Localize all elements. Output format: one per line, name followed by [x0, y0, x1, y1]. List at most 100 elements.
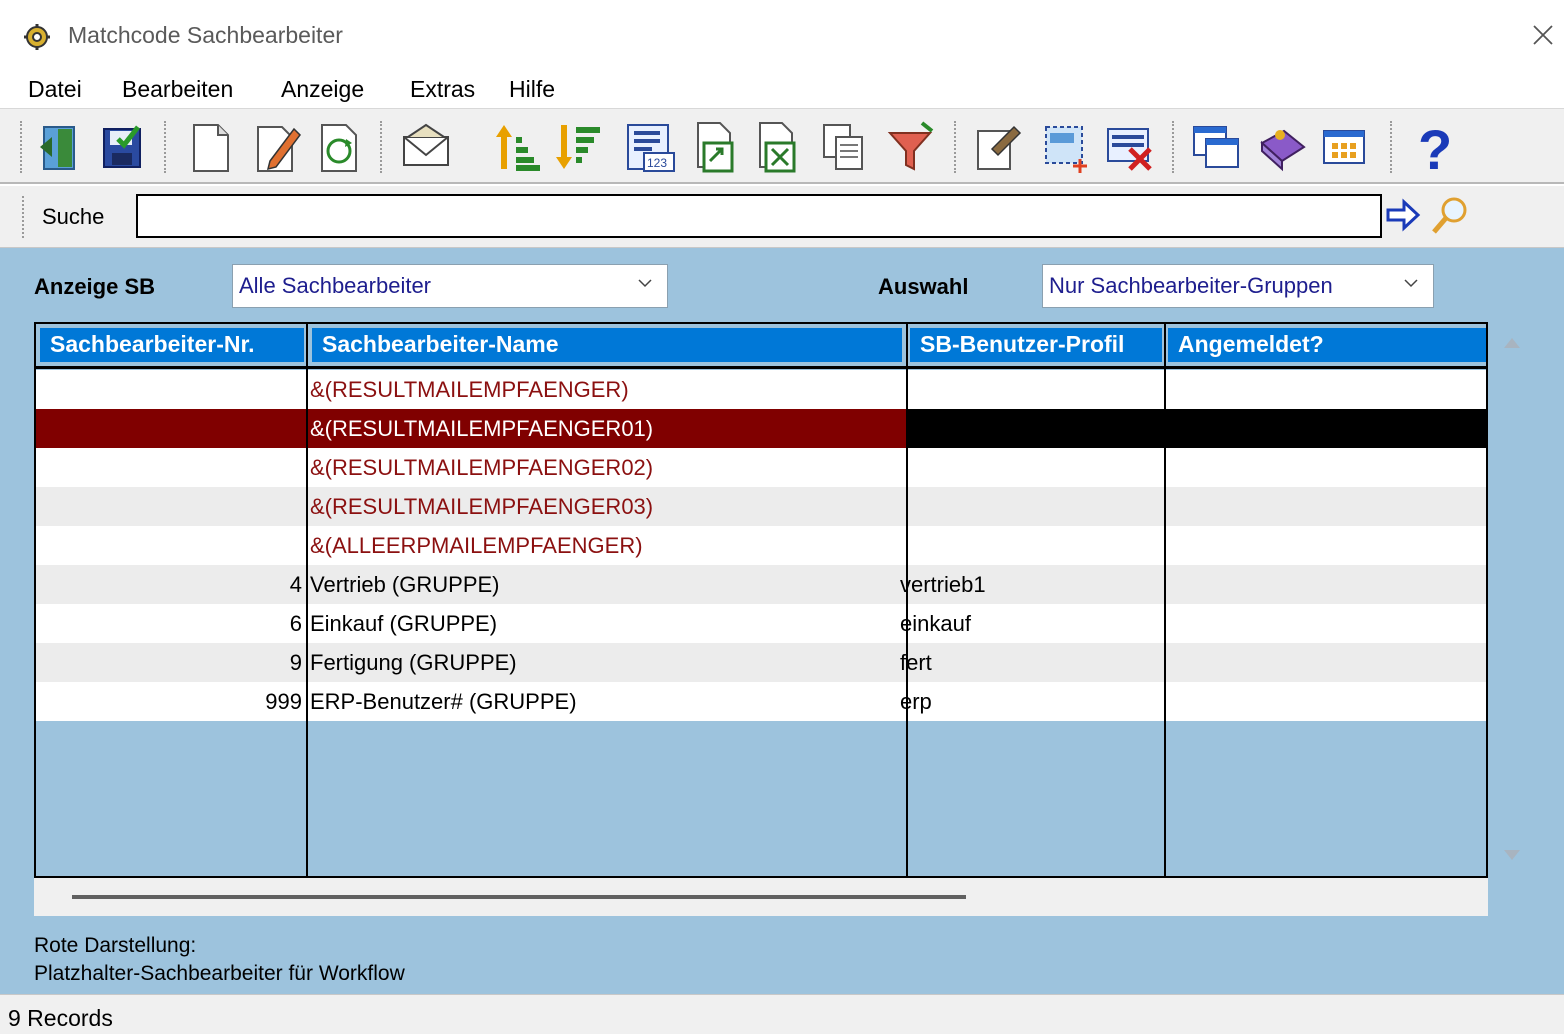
toolbar-grip	[22, 196, 26, 238]
sort-descending-icon	[556, 125, 600, 169]
close-icon[interactable]	[1528, 20, 1558, 50]
edit-button[interactable]	[250, 119, 302, 175]
cell-name: &(RESULTMAILEMPFAENGER)	[310, 377, 629, 402]
add-column-icon	[1045, 126, 1087, 173]
save-button[interactable]	[96, 119, 148, 175]
delete-button[interactable]	[1104, 119, 1156, 175]
mail-icon	[403, 123, 449, 166]
horizontal-scrollbar[interactable]	[34, 878, 1488, 916]
cell-nr: 999	[265, 689, 302, 714]
toolbar: 123 ?	[0, 108, 1564, 184]
table-row[interactable]: &(RESULTMAILEMPFAENGER01)	[36, 409, 1486, 448]
title-bar: Matchcode Sachbearbeiter	[0, 0, 1564, 70]
properties-button[interactable]	[972, 119, 1024, 175]
svg-text:?: ?	[1418, 119, 1452, 175]
scroll-down-icon[interactable]	[1502, 848, 1522, 862]
properties-icon	[977, 125, 1022, 170]
number-format-button[interactable]: 123	[624, 119, 676, 175]
table-row[interactable]: 999 ERP-Benutzer# (GRUPPE) erp	[36, 682, 1486, 721]
refresh-button[interactable]	[312, 119, 364, 175]
book-button[interactable]	[1256, 119, 1308, 175]
menu-extras[interactable]: Extras	[410, 76, 475, 103]
anzeige-select[interactable]: Alle Sachbearbeiter	[232, 264, 668, 308]
arrow-right-icon[interactable]	[1386, 198, 1422, 232]
new-button[interactable]	[184, 119, 236, 175]
scroll-up-icon[interactable]	[1502, 336, 1522, 350]
search-input[interactable]	[136, 194, 1382, 238]
copy-button[interactable]	[818, 119, 870, 175]
cell-name: Einkauf (GRUPPE)	[310, 611, 498, 636]
sort-ascending-button[interactable]	[490, 119, 542, 175]
cell-name: ERP-Benutzer# (GRUPPE)	[310, 689, 577, 714]
filter-icon	[887, 121, 934, 171]
table-row[interactable]: &(RESULTMAILEMPFAENGER02)	[36, 448, 1486, 487]
column-divider	[1164, 324, 1166, 876]
cell-nr: 6	[289, 611, 302, 636]
column-divider	[906, 324, 908, 876]
windows-button[interactable]	[1190, 119, 1242, 175]
export-button[interactable]	[690, 119, 742, 175]
book-icon	[1260, 129, 1306, 172]
cell-nr: 9	[289, 650, 302, 675]
chevron-down-icon	[638, 279, 652, 288]
table-row[interactable]: &(ALLEERPMAILEMPFAENGER)	[36, 526, 1486, 565]
excel-export-button[interactable]	[752, 119, 804, 175]
toolbar-grip	[954, 121, 958, 173]
cell-name: &(RESULTMAILEMPFAENGER02)	[310, 455, 654, 480]
column-header-name[interactable]: Sachbearbeiter-Name	[312, 328, 902, 362]
magnifier-icon[interactable]	[1428, 194, 1472, 236]
grid-view-icon	[1323, 130, 1365, 164]
table-row[interactable]: 4 Vertrieb (GRUPPE) vertrieb1	[36, 565, 1486, 604]
cell-nr: 4	[289, 572, 302, 597]
table-row[interactable]: 9 Fertigung (GRUPPE) fert	[36, 643, 1486, 682]
exit-icon	[40, 126, 75, 170]
chevron-down-icon	[1404, 279, 1418, 288]
column-divider	[306, 324, 308, 876]
search-label: Suche	[42, 204, 105, 229]
toolbar-grip	[380, 121, 384, 173]
data-grid: Sachbearbeiter-Nr. Sachbearbeiter-Name S…	[34, 322, 1488, 878]
cell-profil: vertrieb1	[900, 572, 986, 597]
cell-profil: erp	[900, 689, 932, 714]
sort-descending-button[interactable]	[550, 119, 602, 175]
status-bar: 9 Records	[0, 994, 1564, 1034]
mail-button[interactable]	[400, 119, 452, 175]
table-row[interactable]: 6 Einkauf (GRUPPE) einkauf	[36, 604, 1486, 643]
svg-text:123: 123	[647, 156, 667, 170]
table-row[interactable]: &(RESULTMAILEMPFAENGER03)	[36, 487, 1486, 526]
menu-anzeige[interactable]: Anzeige	[281, 76, 364, 103]
selected-row-highlight	[906, 409, 1486, 448]
main-panel: Anzeige SB Alle Sachbearbeiter Auswahl N…	[0, 248, 1564, 994]
grid-view-button[interactable]	[1320, 119, 1372, 175]
filter-button[interactable]	[886, 119, 938, 175]
auswahl-select[interactable]: Nur Sachbearbeiter-Gruppen	[1042, 264, 1434, 308]
vertical-scrollbar[interactable]	[1490, 322, 1536, 878]
search-bar: Suche	[0, 186, 1564, 248]
menu-hilfe[interactable]: Hilfe	[509, 76, 555, 103]
scrollbar-thumb[interactable]	[72, 895, 966, 899]
export-icon	[697, 122, 734, 173]
column-header-profil[interactable]: SB-Benutzer-Profil	[910, 328, 1162, 362]
exit-button[interactable]	[34, 119, 86, 175]
cell-profil: einkauf	[900, 611, 971, 636]
toolbar-grip	[164, 121, 168, 173]
excel-export-icon	[759, 122, 796, 173]
column-header-nr[interactable]: Sachbearbeiter-Nr.	[40, 328, 304, 362]
menu-bearbeiten[interactable]: Bearbeiten	[122, 76, 233, 103]
new-document-icon	[193, 124, 229, 172]
delete-icon	[1107, 128, 1152, 171]
column-header-angemeldet[interactable]: Angemeldet?	[1168, 328, 1486, 362]
table-row[interactable]: &(RESULTMAILEMPFAENGER)	[36, 370, 1486, 409]
legend-note-text: Platzhalter-Sachbearbeiter für Workflow	[34, 962, 405, 985]
record-count: 9 Records	[8, 1005, 113, 1031]
menu-bar: Datei Bearbeiten Anzeige Extras Hilfe	[0, 70, 1564, 108]
add-column-button[interactable]	[1040, 119, 1092, 175]
gear-icon	[24, 24, 50, 50]
save-icon	[103, 125, 141, 168]
copy-icon	[823, 124, 863, 170]
menu-datei[interactable]: Datei	[28, 76, 82, 103]
window-title: Matchcode Sachbearbeiter	[68, 22, 343, 48]
help-button[interactable]: ?	[1408, 118, 1460, 181]
toolbar-grip	[20, 121, 24, 173]
anzeige-label: Anzeige SB	[34, 274, 156, 299]
